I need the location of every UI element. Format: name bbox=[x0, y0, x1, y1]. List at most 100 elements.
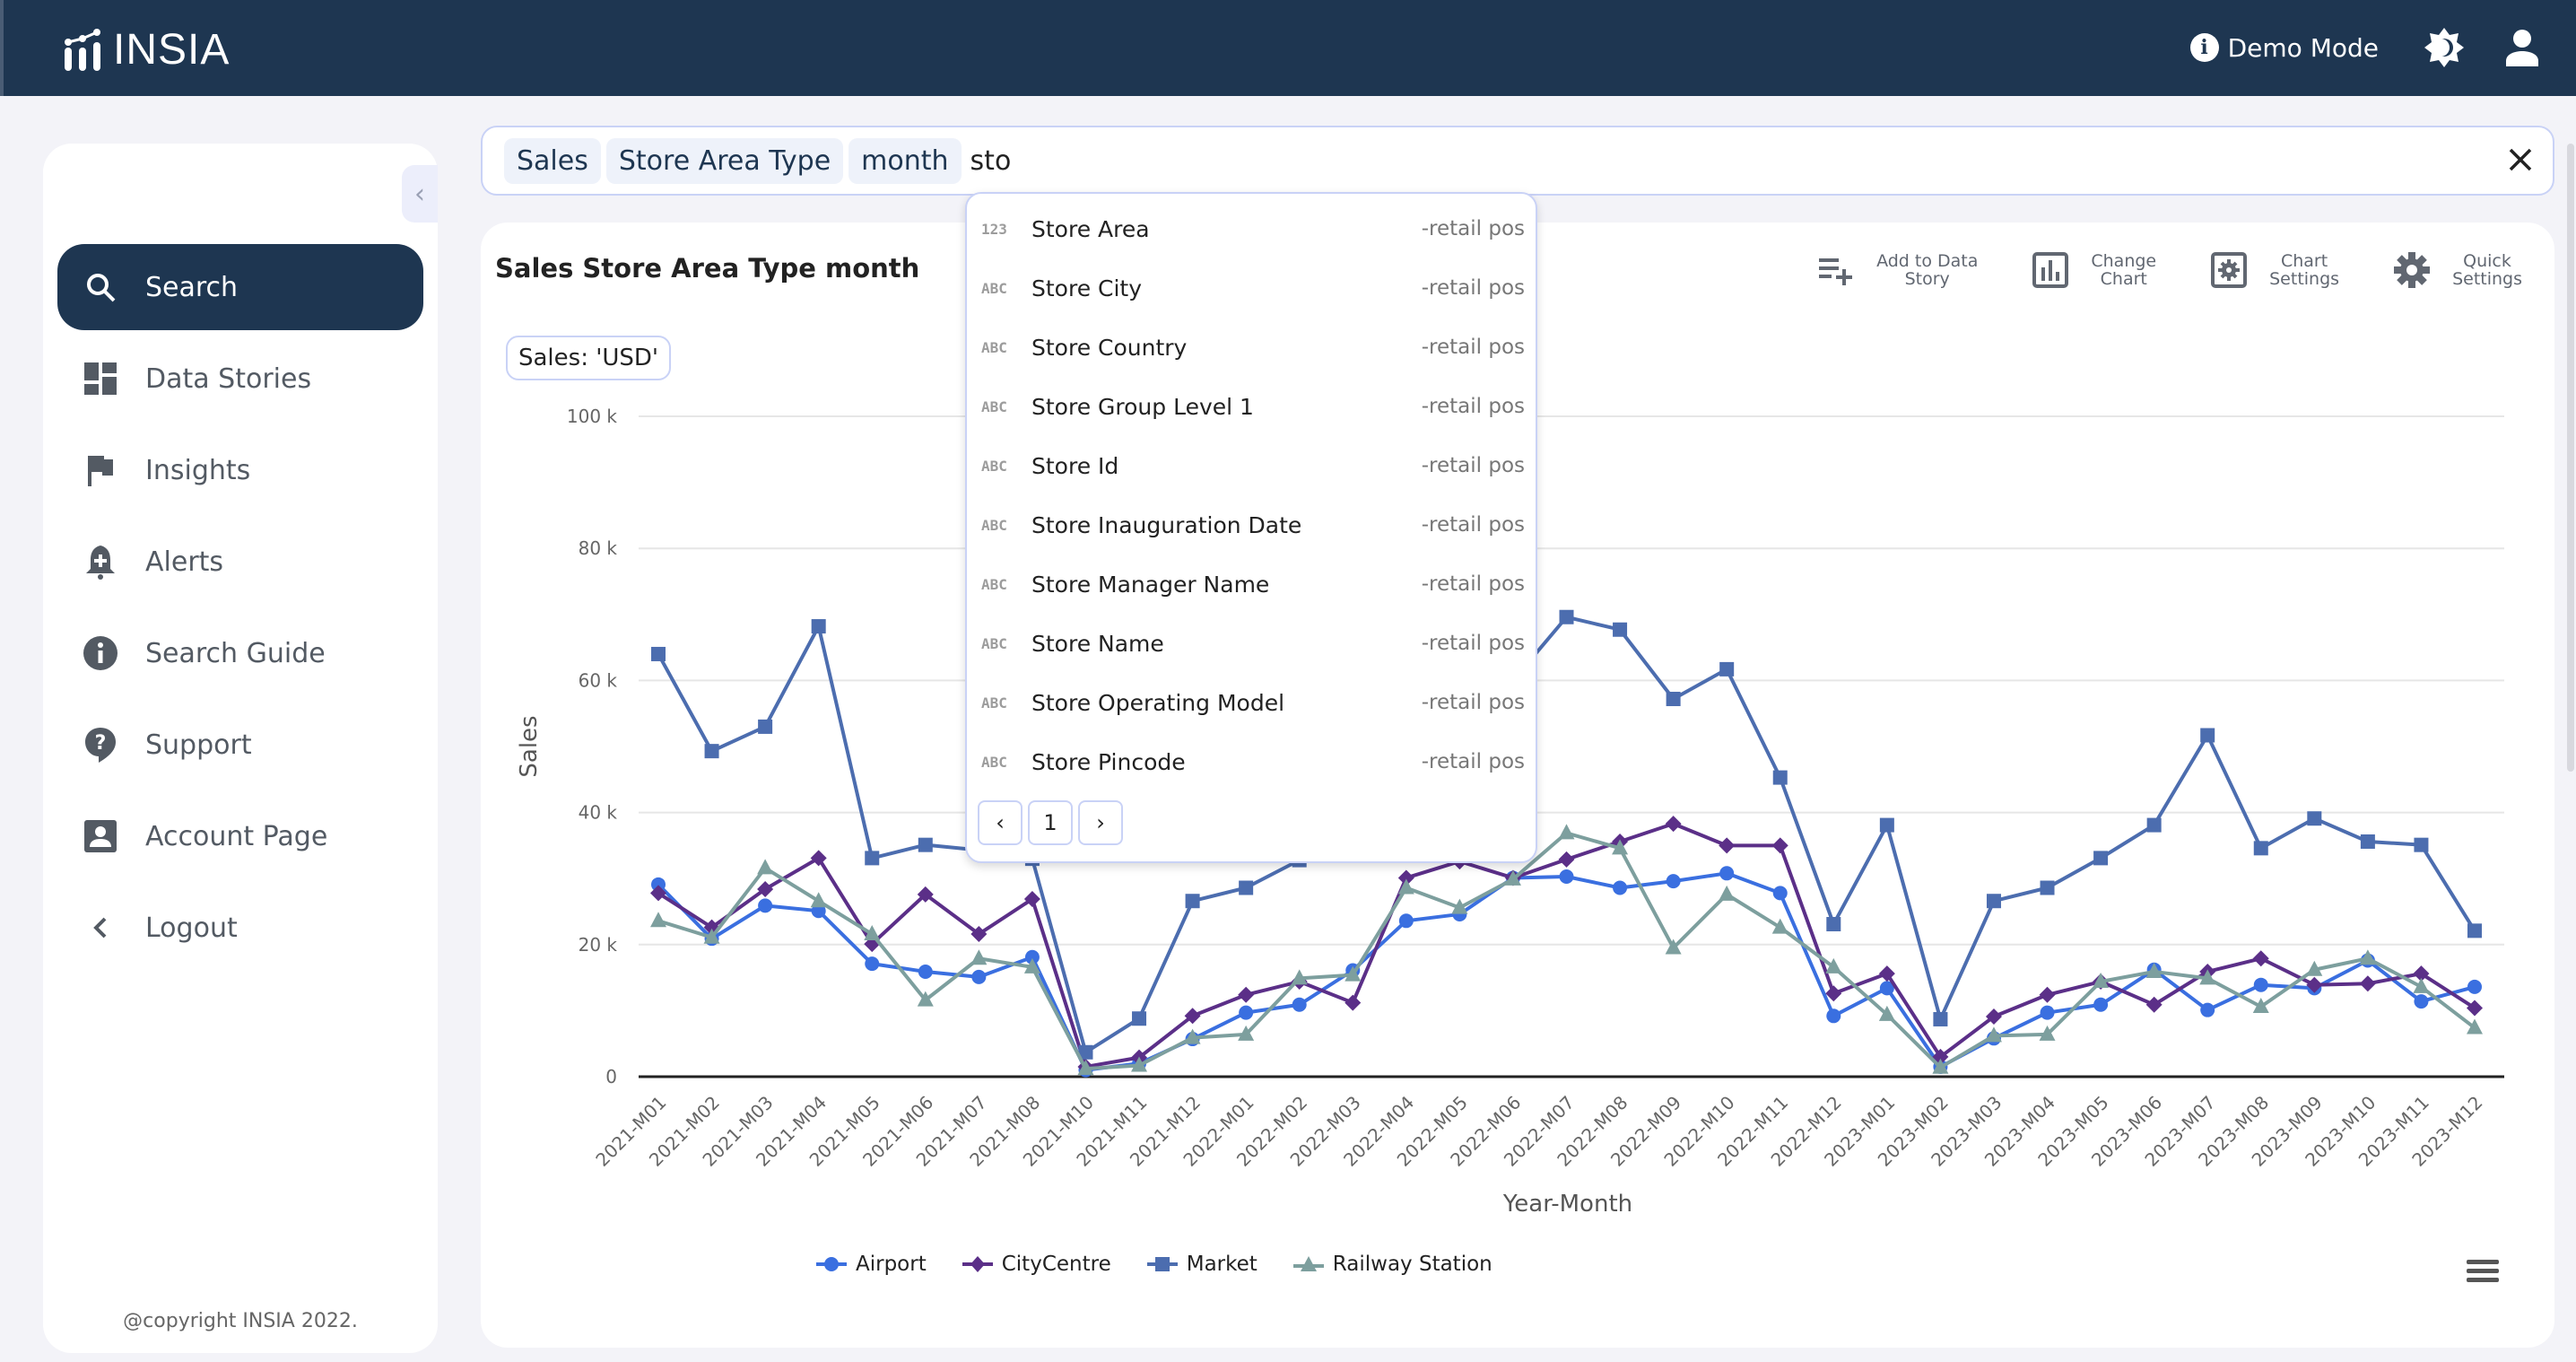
theme-toggle-icon[interactable] bbox=[2424, 27, 2465, 68]
legend-item-airport[interactable]: Airport bbox=[816, 1253, 927, 1276]
suggestion-dropdown: 123 Store Area -retail pos ABC Store City -re… bbox=[965, 192, 1537, 863]
data-point bbox=[2145, 996, 2163, 1013]
sidebar-item-search[interactable]: Search bbox=[57, 244, 423, 330]
chart-toolbar: Add to Data Story Change Chart Chart Settin… bbox=[1763, 249, 2522, 291]
search-bar[interactable]: Sales Store Area Type month sto bbox=[481, 126, 2554, 196]
data-point bbox=[1666, 874, 1681, 889]
account-box-icon bbox=[83, 818, 118, 854]
page-scrollbar[interactable] bbox=[2567, 144, 2574, 772]
sidebar-item-alerts[interactable]: Alerts bbox=[57, 519, 423, 605]
y-tick-label: 0 bbox=[605, 1066, 617, 1087]
playlist-add-icon bbox=[1819, 258, 1853, 285]
demo-mode-indicator[interactable]: i Demo Mode bbox=[2189, 33, 2379, 63]
data-point bbox=[1719, 866, 1735, 881]
search-token[interactable]: Store Area Type bbox=[605, 137, 844, 184]
legend-marker-triangle-icon bbox=[1292, 1256, 1324, 1271]
text-type-icon: ABC bbox=[981, 516, 1007, 534]
suggestion-source: -retail pos bbox=[1421, 454, 1525, 477]
chart-settings-button[interactable]: Chart Settings bbox=[2208, 249, 2339, 291]
text-type-icon: ABC bbox=[981, 575, 1007, 593]
data-point bbox=[1558, 824, 1575, 840]
data-point bbox=[1771, 837, 1788, 854]
suggestion-item[interactable]: ABC Store Pincode -retail pos bbox=[967, 732, 1536, 791]
suggestion-item[interactable]: ABC Store Manager Name -retail pos bbox=[967, 554, 1536, 614]
data-point bbox=[2359, 975, 2376, 992]
suggestion-item[interactable]: ABC Store Name -retail pos bbox=[967, 614, 1536, 673]
page-number-button[interactable]: 1 bbox=[1028, 800, 1073, 845]
search-icon bbox=[83, 269, 118, 305]
sidebar-item-insights[interactable]: Insights bbox=[57, 427, 423, 513]
text-type-icon: ABC bbox=[981, 694, 1007, 712]
numeric-type-icon: 123 bbox=[981, 220, 1007, 238]
data-point bbox=[1719, 837, 1736, 854]
app-logo[interactable]: INSIA bbox=[63, 25, 230, 74]
suggestion-item[interactable]: ABC Store Country -retail pos bbox=[967, 318, 1536, 377]
data-point bbox=[1238, 986, 1255, 1003]
clear-search-button[interactable] bbox=[2502, 142, 2538, 178]
suggestion-source: -retail pos bbox=[1421, 276, 1525, 300]
sidebar-item-label: Search bbox=[145, 271, 239, 303]
suggestion-label: Store Pincode bbox=[1031, 748, 1186, 775]
data-point bbox=[2467, 1018, 2483, 1035]
suggestion-item[interactable]: 123 Store Area -retail pos bbox=[967, 199, 1536, 258]
suggestion-item[interactable]: ABC Store Id -retail pos bbox=[967, 436, 1536, 495]
data-point bbox=[2200, 1002, 2215, 1017]
sidebar-item-logout[interactable]: Logout bbox=[57, 885, 423, 971]
sidebar-item-label: Account Page bbox=[145, 820, 328, 852]
data-point bbox=[1558, 851, 1575, 868]
text-type-icon: ABC bbox=[981, 457, 1007, 475]
suggestion-item[interactable]: ABC Store Operating Model -retail pos bbox=[967, 673, 1536, 732]
search-input[interactable]: sto bbox=[970, 145, 1012, 177]
suggestion-item[interactable]: ABC Store Inauguration Date -retail pos bbox=[967, 495, 1536, 554]
y-axis-title: Sales bbox=[516, 715, 543, 777]
collapse-sidebar-button[interactable]: ‹ bbox=[402, 165, 438, 223]
suggestion-item[interactable]: ABC Store Group Level 1 -retail pos bbox=[967, 377, 1536, 436]
suggestion-source: -retail pos bbox=[1421, 217, 1525, 240]
data-point bbox=[2093, 997, 2109, 1012]
change-chart-button[interactable]: Change Chart bbox=[2030, 249, 2156, 291]
quick-settings-button[interactable]: Quick Settings bbox=[2391, 249, 2522, 291]
data-point bbox=[1239, 880, 1254, 895]
suggestion-source: -retail pos bbox=[1421, 691, 1525, 714]
sidebar-item-support[interactable]: ? Support bbox=[57, 702, 423, 788]
data-point bbox=[970, 949, 988, 965]
series-line-railway-station bbox=[657, 831, 2476, 1071]
data-point bbox=[1185, 894, 1200, 909]
data-point bbox=[1719, 661, 1735, 677]
data-point bbox=[2040, 1005, 2055, 1020]
sidebar-item-search-guide[interactable]: Search Guide bbox=[57, 610, 423, 696]
chart-menu-icon[interactable] bbox=[2467, 1258, 2499, 1285]
search-token[interactable]: month bbox=[849, 137, 962, 184]
legend-item-citycentre[interactable]: CityCentre bbox=[962, 1253, 1111, 1276]
data-point bbox=[1132, 1011, 1147, 1026]
legend-marker-square-icon bbox=[1146, 1257, 1178, 1271]
data-point bbox=[2146, 817, 2162, 833]
suggestion-source: -retail pos bbox=[1421, 395, 1525, 418]
suggestion-item[interactable]: ABC Store City -retail pos bbox=[967, 258, 1536, 318]
suggestion-source: -retail pos bbox=[1421, 513, 1525, 537]
add-to-data-story-button[interactable]: Add to Data Story bbox=[1815, 249, 1978, 291]
user-profile-icon[interactable] bbox=[2504, 29, 2540, 66]
sidebar-item-data-stories[interactable]: Data Stories bbox=[57, 336, 423, 422]
data-point bbox=[1879, 817, 1894, 833]
search-token[interactable]: Sales bbox=[504, 137, 601, 184]
suggestion-label: Store Id bbox=[1031, 452, 1119, 479]
data-point bbox=[1239, 1005, 1254, 1020]
data-point bbox=[971, 969, 987, 984]
prev-page-button[interactable]: ‹ bbox=[978, 800, 1023, 845]
legend-item-market[interactable]: Market bbox=[1146, 1253, 1258, 1276]
data-point bbox=[1559, 869, 1574, 884]
close-icon bbox=[2509, 148, 2532, 171]
next-page-button[interactable]: › bbox=[1078, 800, 1123, 845]
data-point bbox=[865, 956, 880, 972]
sidebar-item-label: Insights bbox=[145, 454, 251, 486]
sidebar-item-account-page[interactable]: Account Page bbox=[57, 793, 423, 879]
data-point bbox=[1397, 878, 1414, 895]
data-point bbox=[2040, 880, 2055, 895]
text-type-icon: ABC bbox=[981, 338, 1007, 356]
suggestion-source: -retail pos bbox=[1421, 750, 1525, 773]
suggestion-label: Store Name bbox=[1031, 630, 1164, 657]
legend-item-railway-station[interactable]: Railway Station bbox=[1292, 1253, 1493, 1276]
sidebar-nav: Search Data Stories Insights Alerts Sear… bbox=[57, 244, 423, 976]
y-tick-label: 80 k bbox=[579, 537, 618, 559]
